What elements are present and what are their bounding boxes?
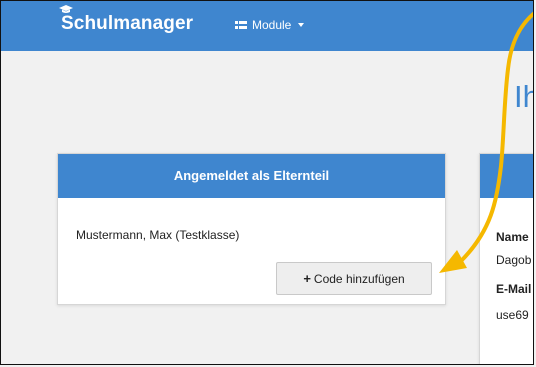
app-frame: Schulmanager Module Ih Angemeldet als El… [0,0,534,365]
grid-icon [235,21,247,29]
brand-logo-text[interactable]: Schulmanager [61,13,193,35]
card-title: Angemeldet als Elternteil [58,154,445,198]
email-label: E-Mail [496,282,532,296]
module-menu-button[interactable]: Module [235,18,305,32]
student-entry: Mustermann, Max (Testklasse) [76,228,240,242]
top-navbar: Schulmanager Module [1,1,533,51]
add-code-button[interactable]: + Code hinzufügen [276,262,432,295]
module-menu-label: Module [252,18,292,32]
plus-icon: + [303,271,311,286]
parent-login-card: Angemeldet als Elternteil Mustermann, Ma… [57,153,446,305]
page-title: Ih [514,79,533,114]
email-value: use69 [496,308,529,322]
name-value: Dagob [496,253,532,267]
profile-card: Name Dagob E-Mail use69 [479,153,533,364]
add-code-label: Code hinzufügen [313,271,405,286]
profile-card-header [480,154,533,198]
name-label: Name [496,230,529,244]
caret-down-icon [298,23,305,27]
